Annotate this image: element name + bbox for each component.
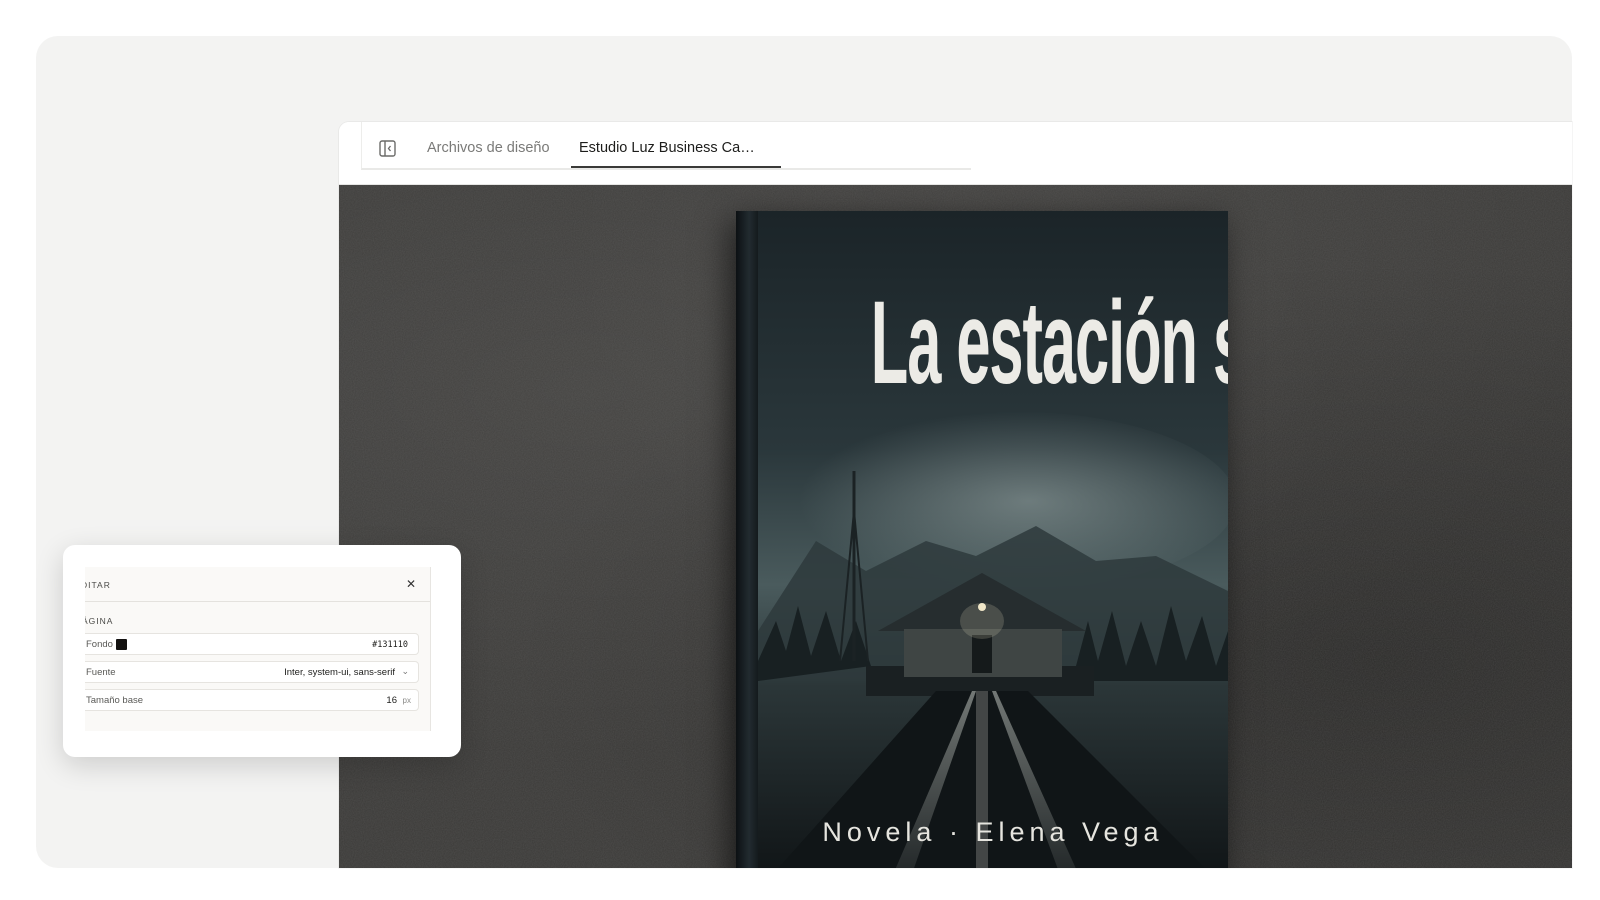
font-label: Fuente: [86, 667, 116, 678]
tab-bar: Archivos de diseño Estudio Luz Business …: [339, 122, 1572, 185]
active-tab-indicator: [571, 166, 781, 168]
base-size-label: Tamaño base: [86, 695, 144, 706]
edit-panel: DITAR ✕ ÁGINA Fondo #131110 Fuente Inter…: [85, 567, 431, 731]
background-label: Fondo: [86, 639, 113, 650]
tab-archivos-de-diseno[interactable]: Archivos de diseño: [427, 134, 550, 162]
book-cover[interactable]: La estación silenciosa Novela · Elena Ve…: [736, 211, 1228, 868]
sidebar-toggle-icon[interactable]: [377, 139, 397, 157]
font-select[interactable]: Fuente Inter, system-ui, sans-serif ⌄: [85, 661, 419, 683]
tab-estudio-luz[interactable]: Estudio Luz Business Ca…: [579, 134, 791, 162]
chevron-down-icon: ⌄: [401, 666, 409, 676]
preview-canvas: La estación silenciosa Novela · Elena Ve…: [339, 185, 1572, 868]
background-value: #131110: [372, 640, 408, 650]
edit-panel-header: DITAR ✕: [85, 567, 430, 602]
section-label-pagina: ÁGINA: [85, 616, 114, 626]
base-size-unit: px: [402, 696, 411, 705]
base-size-field[interactable]: Tamaño base 16 px: [85, 689, 419, 711]
edit-panel-card: DITAR ✕ ÁGINA Fondo #131110 Fuente Inter…: [63, 545, 461, 757]
design-window: Archivos de diseño Estudio Luz Business …: [339, 122, 1572, 868]
font-value: Inter, system-ui, sans-serif: [284, 667, 395, 678]
book-title: La estación silenciosa: [870, 277, 1228, 409]
background-field[interactable]: Fondo #131110: [85, 633, 419, 655]
close-icon[interactable]: ✕: [404, 577, 418, 591]
book-author: Novela · Elena Vega: [822, 817, 1164, 847]
book-spine: [736, 211, 758, 868]
edit-panel-title: DITAR: [85, 580, 111, 590]
color-swatch[interactable]: [116, 639, 127, 650]
base-size-value: 16: [386, 695, 397, 706]
